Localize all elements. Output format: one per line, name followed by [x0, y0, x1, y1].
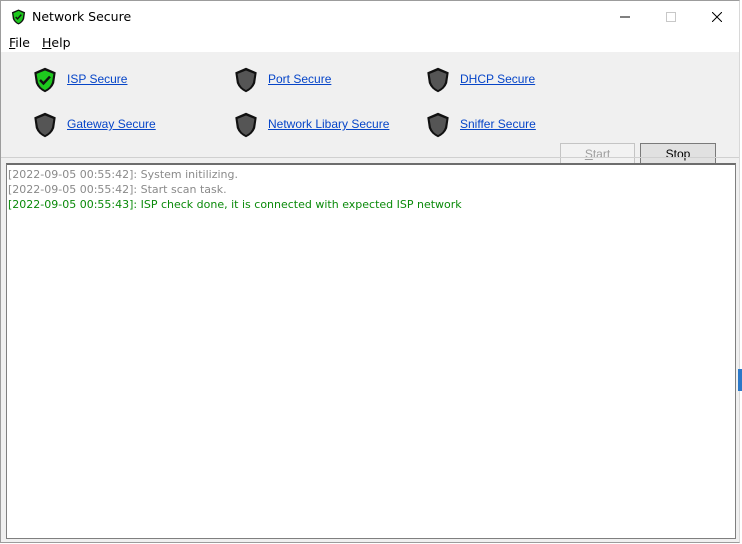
- start-button-accel: S: [584, 147, 593, 161]
- close-icon: [712, 12, 722, 22]
- network-library-secure-link[interactable]: Network Libary Secure: [268, 117, 389, 131]
- isp-secure-link[interactable]: ISP Secure: [67, 72, 127, 86]
- stop-button[interactable]: Stop: [640, 143, 716, 165]
- maximize-button[interactable]: [648, 1, 694, 33]
- close-button[interactable]: [694, 1, 739, 33]
- stop-button-label: Stop: [665, 147, 691, 161]
- shield-app-icon: [11, 9, 26, 25]
- menu-help[interactable]: Help: [42, 35, 71, 50]
- dhcp-secure-link[interactable]: DHCP Secure: [460, 72, 535, 86]
- shield-icon: [34, 112, 56, 138]
- log-output[interactable]: [2022-09-05 00:55:42]: System initilizin…: [6, 163, 736, 539]
- menu-file[interactable]: File: [9, 35, 30, 50]
- sniffer-secure-link[interactable]: Sniffer Secure: [460, 117, 536, 131]
- minimize-button[interactable]: [602, 1, 648, 33]
- shield-check-icon: [34, 67, 56, 93]
- gateway-secure-link[interactable]: Gateway Secure: [67, 117, 156, 131]
- window-title: Network Secure: [32, 9, 132, 24]
- minimize-icon: [620, 16, 630, 18]
- background-window-edge: [738, 369, 742, 391]
- log-line: [2022-09-05 00:55:43]: ISP check done, i…: [8, 198, 462, 211]
- menu-file-label: ile: [15, 35, 30, 50]
- shield-icon: [235, 67, 257, 93]
- shield-icon: [427, 112, 449, 138]
- port-secure-link[interactable]: Port Secure: [268, 72, 331, 86]
- log-line: [2022-09-05 00:55:42]: System initilizin…: [8, 168, 238, 181]
- separator: [1, 157, 739, 158]
- menu-help-accel: H: [42, 35, 52, 50]
- title-bar[interactable]: Network Secure: [1, 1, 739, 33]
- log-line: [2022-09-05 00:55:42]: Start scan task.: [8, 183, 227, 196]
- start-button[interactable]: Start: [560, 143, 635, 165]
- shield-icon: [235, 112, 257, 138]
- app-window: Network Secure File Help ISP Secure Port…: [0, 0, 740, 543]
- menu-help-label: elp: [51, 35, 71, 50]
- maximize-icon: [666, 12, 676, 22]
- shield-icon: [427, 67, 449, 93]
- start-button-label: tart: [592, 147, 611, 161]
- security-checks-panel: ISP Secure Port Secure DHCP Secure Gatew…: [1, 52, 739, 165]
- menu-bar: File Help: [1, 33, 739, 52]
